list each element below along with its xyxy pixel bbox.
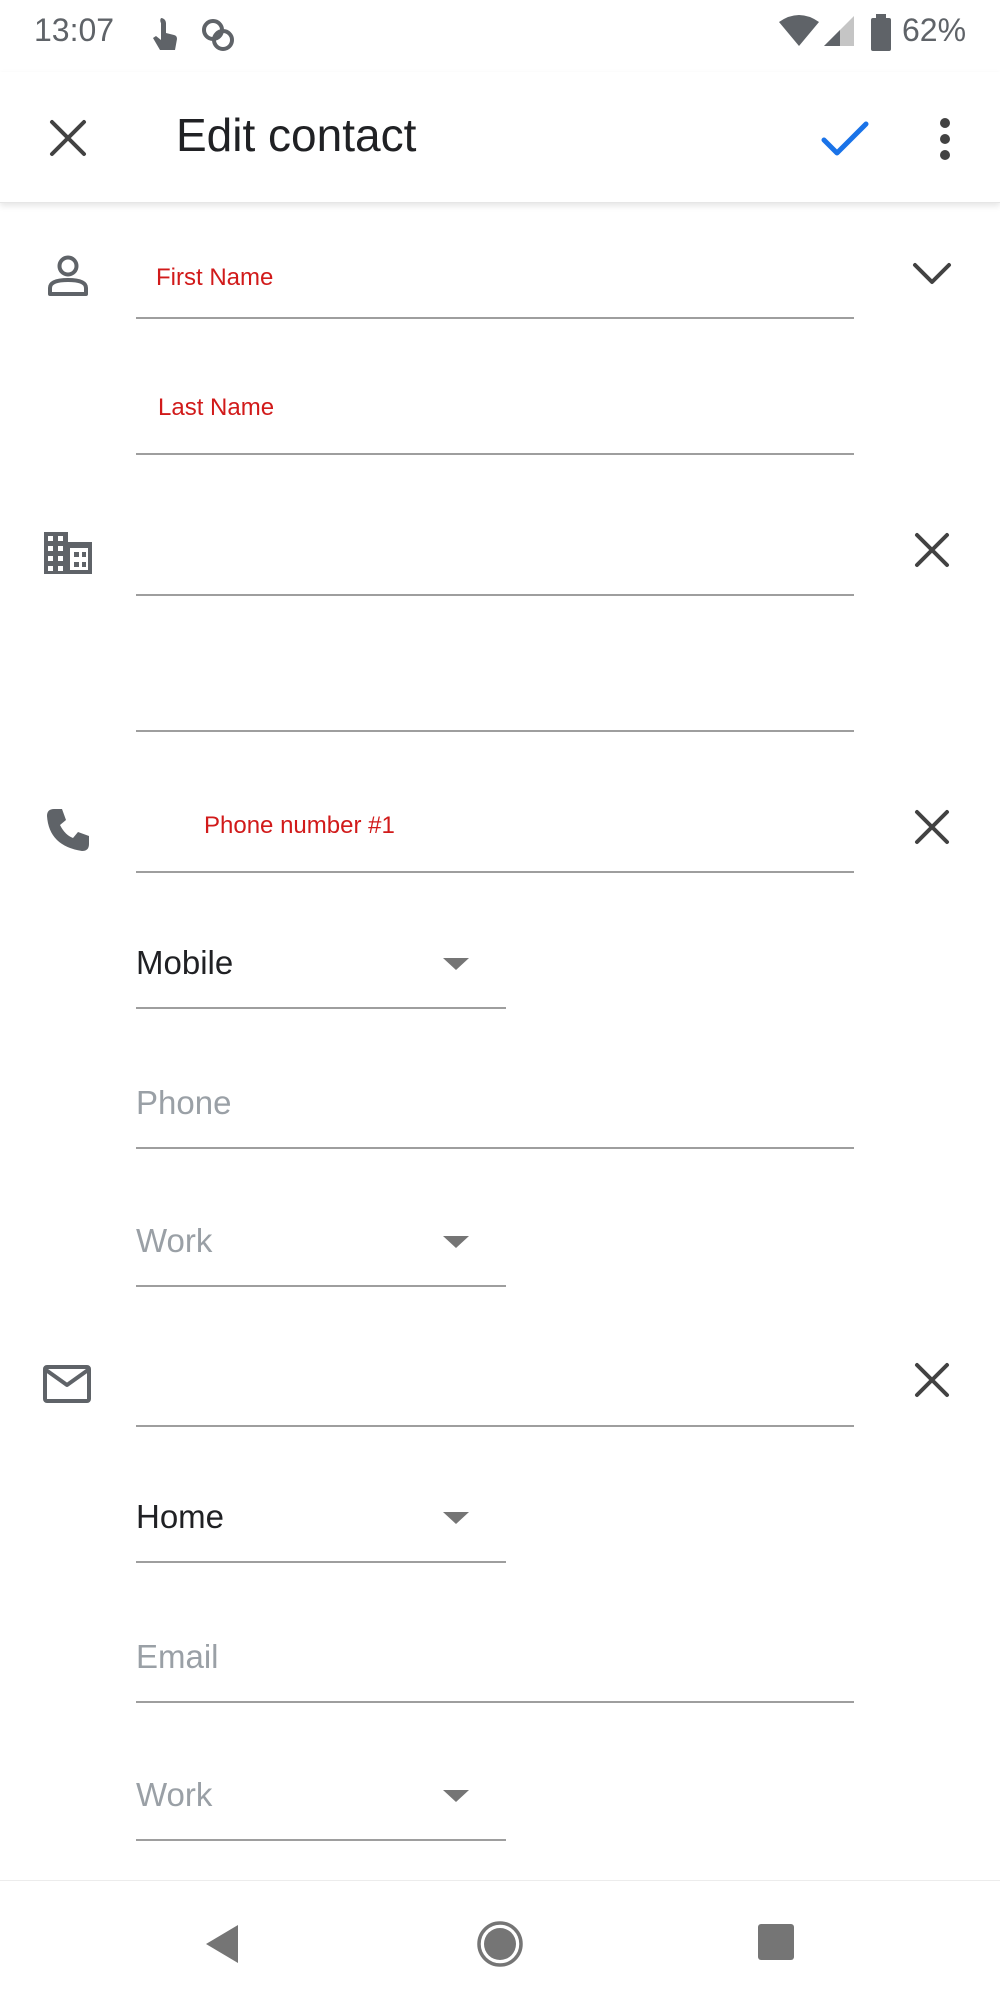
more-vert-icon	[940, 118, 950, 160]
business-icon	[42, 530, 94, 581]
close-icon	[915, 810, 949, 844]
phone-type-2-value: Work	[136, 1222, 213, 1259]
close-icon	[50, 120, 86, 156]
dropdown-arrow-icon	[443, 958, 469, 970]
dropdown-underline	[136, 1285, 506, 1287]
status-time: 13:07	[34, 12, 115, 48]
first-name-input[interactable]	[136, 317, 854, 319]
chevron-down-icon	[913, 263, 951, 284]
save-button[interactable]	[812, 106, 878, 172]
expand-name-button[interactable]	[900, 242, 964, 306]
phone-type-dropdown[interactable]: Mobile	[136, 944, 506, 1010]
remove-email-button[interactable]	[900, 1348, 964, 1412]
phone-type-2-dropdown[interactable]: Work	[136, 1222, 506, 1288]
email-placeholder: Email	[136, 1638, 219, 1675]
email-underline	[136, 1701, 854, 1703]
dropdown-arrow-icon	[443, 1790, 469, 1802]
last-name-label: Last Name	[158, 394, 275, 421]
recents-square-icon	[758, 1924, 794, 1960]
remove-phone-button[interactable]	[900, 795, 964, 859]
email-type-2-value: Work	[136, 1776, 213, 1813]
battery-percent: 62%	[902, 12, 967, 48]
email-1-input[interactable]	[136, 1425, 854, 1427]
first-name-label: First Name	[156, 264, 274, 291]
phone-icon	[44, 806, 92, 859]
company-input[interactable]	[136, 594, 854, 596]
home-button[interactable]	[466, 1910, 534, 1978]
dropdown-arrow-icon	[443, 1236, 469, 1248]
home-circle-icon	[477, 1921, 523, 1967]
remove-company-button[interactable]	[900, 518, 964, 582]
phone-placeholder: Phone	[136, 1084, 232, 1121]
more-options-button[interactable]	[920, 106, 970, 172]
close-button[interactable]	[36, 106, 100, 170]
email-icon	[42, 1364, 92, 1409]
wifi-icon	[778, 14, 820, 53]
email-type-dropdown[interactable]: Home	[136, 1498, 506, 1564]
last-name-input[interactable]	[136, 453, 854, 455]
phone-number-label: Phone number #1	[204, 812, 395, 839]
recents-button[interactable]	[744, 1910, 808, 1974]
email-input[interactable]: Email	[136, 1638, 854, 1704]
sync-icon	[198, 14, 238, 59]
touch-icon	[148, 14, 182, 59]
back-button[interactable]	[190, 1912, 254, 1976]
signal-icon	[822, 14, 856, 53]
dropdown-arrow-icon	[443, 1512, 469, 1524]
email-type-value: Home	[136, 1498, 225, 1535]
battery-icon	[870, 14, 892, 57]
phone-input[interactable]: Phone	[136, 1084, 854, 1150]
close-icon	[915, 1363, 949, 1397]
close-icon	[915, 533, 949, 567]
page-title: Edit contact	[176, 109, 417, 161]
title-input[interactable]	[136, 730, 854, 732]
back-triangle-icon	[206, 1925, 238, 1963]
dropdown-underline	[136, 1839, 506, 1841]
email-type-2-dropdown[interactable]: Work	[136, 1776, 506, 1842]
phone-type-value: Mobile	[136, 944, 234, 981]
check-icon	[821, 121, 869, 156]
phone-underline	[136, 1147, 854, 1149]
person-icon	[46, 254, 90, 303]
dropdown-underline	[136, 1007, 506, 1009]
dropdown-underline	[136, 1561, 506, 1563]
phone-number-1-input[interactable]	[136, 871, 854, 873]
